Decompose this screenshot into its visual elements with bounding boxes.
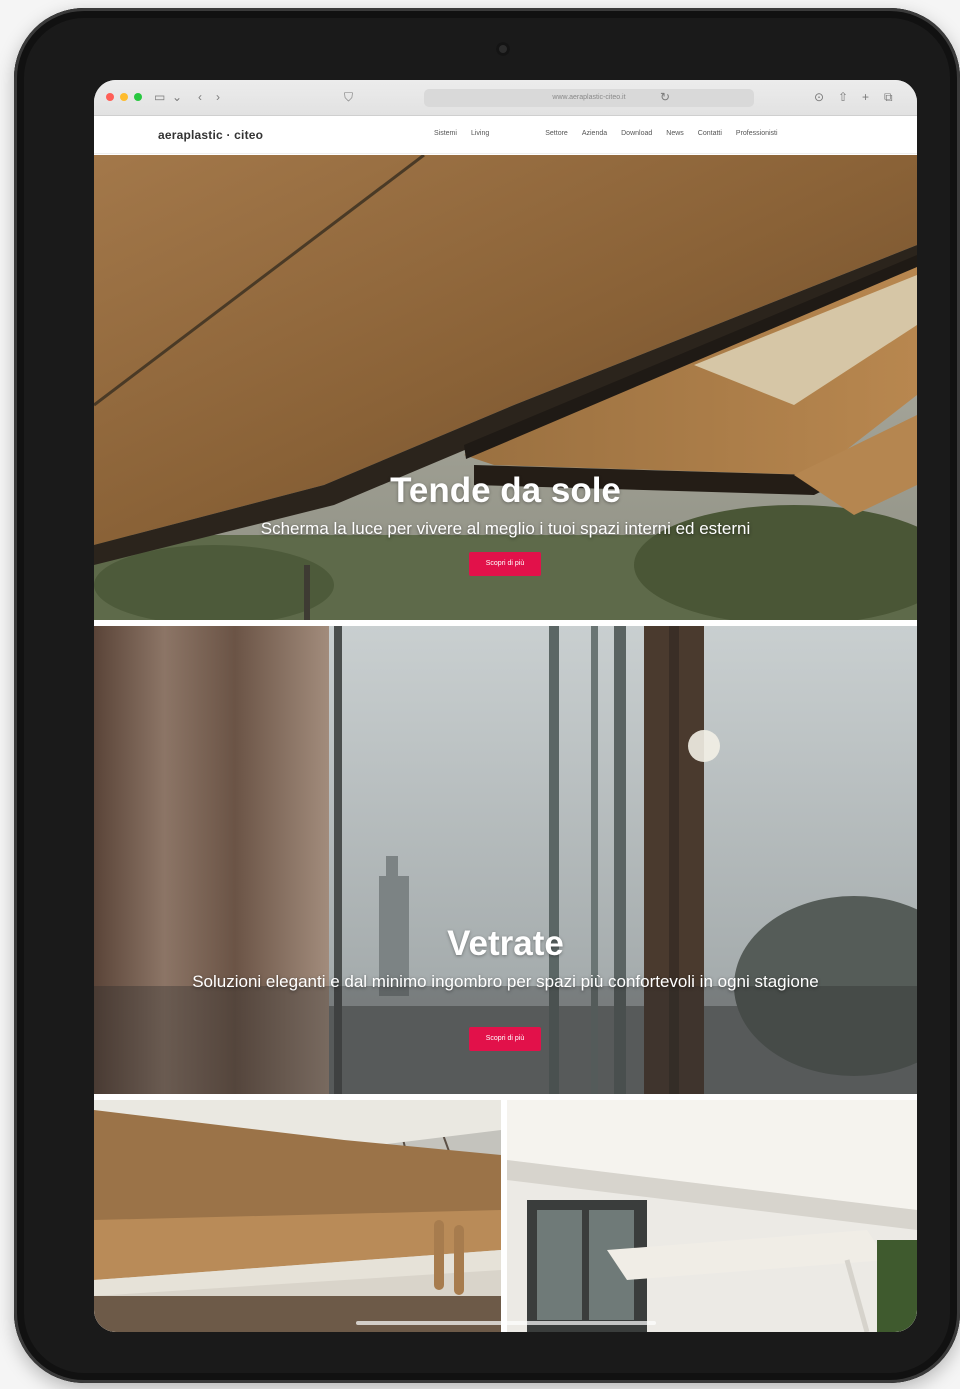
reload-icon[interactable]: ↻ xyxy=(660,89,670,105)
nav-item-download[interactable]: Download xyxy=(621,130,652,137)
nav-item-news[interactable]: News xyxy=(666,130,684,137)
address-bar[interactable]: www.aeraplastic-citeo.it xyxy=(424,89,754,107)
learn-more-button[interactable]: Scopri di più xyxy=(469,552,541,576)
panel-title: Vetrate xyxy=(447,924,564,963)
nav-item-settore[interactable]: Settore xyxy=(545,130,568,137)
hero-panel-awnings: Tende da sole Scherma la luce per vivere… xyxy=(94,155,917,620)
tablet-screen: ▭ ⌄ ‹ › ⛉ www.aeraplastic-citeo.it ↻ ⊙ ⇧… xyxy=(94,80,917,1332)
awning-photo xyxy=(94,155,917,620)
nav-item-azienda[interactable]: Azienda xyxy=(582,130,607,137)
panel-subtitle: Scherma la luce per vivere al meglio i t… xyxy=(260,519,751,538)
share-icon[interactable]: ⇧ xyxy=(838,89,848,105)
awning-detail-photo xyxy=(94,1100,501,1332)
download-icon[interactable]: ⊙ xyxy=(814,89,824,105)
glazing-photo xyxy=(94,626,917,1094)
site-header: aeraplastic · citeo Sistemi Living Setto… xyxy=(94,116,917,154)
window-controls xyxy=(106,93,142,101)
forward-icon[interactable]: › xyxy=(216,89,220,105)
pergola-photo xyxy=(507,1100,917,1332)
learn-more-button[interactable]: Scopri di più xyxy=(469,1027,541,1051)
sidebar-icon[interactable]: ▭ xyxy=(154,89,165,105)
panel-title: Tende da sole xyxy=(390,471,621,510)
product-tiles xyxy=(94,1100,917,1332)
nav-item-living[interactable]: Living xyxy=(471,130,489,137)
home-indicator xyxy=(356,1321,656,1325)
tabs-overview-icon[interactable]: ⧉ xyxy=(884,89,893,105)
nav-item-contatti[interactable]: Contatti xyxy=(698,130,722,137)
front-camera xyxy=(496,42,510,56)
back-icon[interactable]: ‹ xyxy=(198,89,202,105)
zoom-window-button[interactable] xyxy=(134,93,142,101)
hero-panel-glazing: Vetrate Soluzioni eleganti e dal minimo … xyxy=(94,626,917,1094)
close-window-button[interactable] xyxy=(106,93,114,101)
browser-toolbar: ▭ ⌄ ‹ › ⛉ www.aeraplastic-citeo.it ↻ ⊙ ⇧… xyxy=(94,80,917,116)
chevron-down-icon[interactable]: ⌄ xyxy=(172,89,182,105)
nav-item-sistemi[interactable]: Sistemi xyxy=(434,130,457,137)
main-navigation: Sistemi Living Settore Azienda Download … xyxy=(434,130,778,137)
new-tab-icon[interactable]: + xyxy=(862,89,869,105)
tablet-device: ▭ ⌄ ‹ › ⛉ www.aeraplastic-citeo.it ↻ ⊙ ⇧… xyxy=(14,8,960,1383)
minimize-window-button[interactable] xyxy=(120,93,128,101)
panel-subtitle: Soluzioni eleganti e dal minimo ingombro… xyxy=(192,972,819,991)
nav-item-professionisti[interactable]: Professionisti xyxy=(736,130,778,137)
site-logo[interactable]: aeraplastic · citeo xyxy=(158,128,263,142)
shield-icon[interactable]: ⛉ xyxy=(344,89,353,105)
